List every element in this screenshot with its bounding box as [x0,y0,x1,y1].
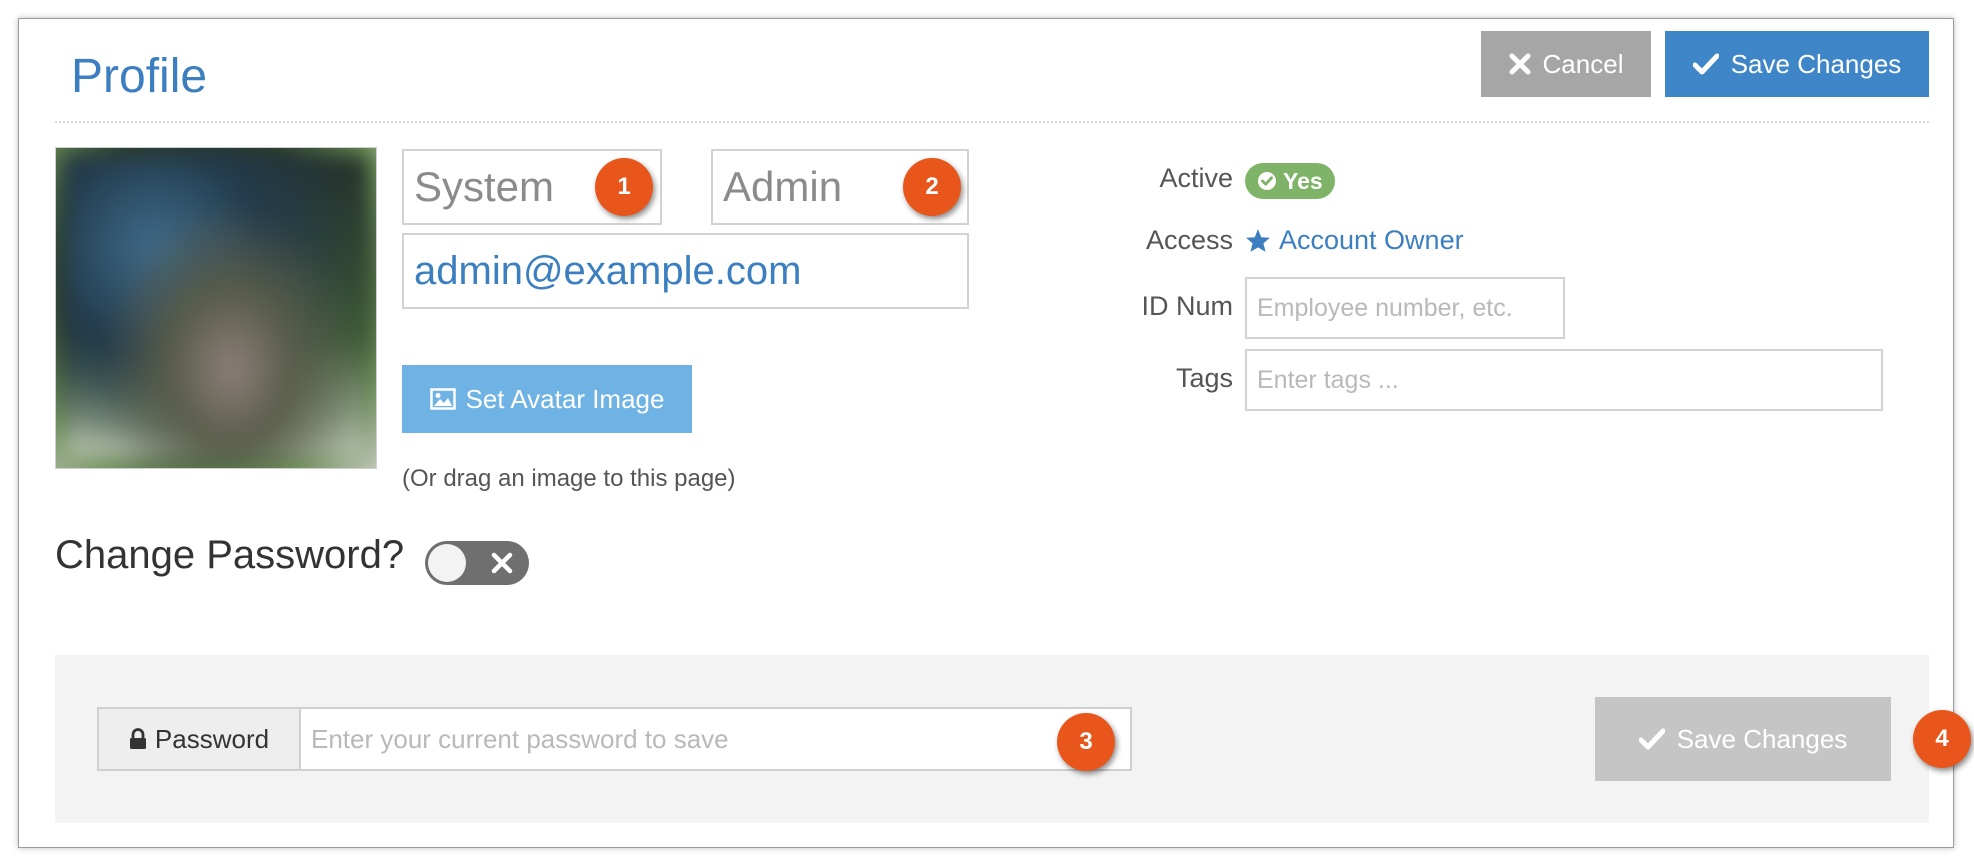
set-avatar-label: Set Avatar Image [465,383,665,414]
cancel-label: Cancel [1542,48,1624,79]
change-password-label: Change Password? [55,533,405,577]
active-label: Active [1159,163,1233,193]
step-marker-1: 1 [595,158,653,216]
access-value: Account Owner [1245,225,1464,256]
save-changes-button-bottom[interactable]: Save Changes [1595,697,1891,781]
password-addon: Password [99,709,301,769]
email-field[interactable]: admin@example.com [402,233,969,309]
step-marker-3: 3 [1057,713,1115,771]
check-icon [1638,728,1665,750]
active-value: Yes [1283,167,1323,194]
tags-input[interactable] [1245,349,1883,411]
active-status-badge: Yes [1245,163,1335,199]
idnum-input[interactable] [1245,277,1565,339]
profile-panel: Profile Cancel Save Changes System 1 Adm… [18,18,1971,848]
current-password-input[interactable] [301,709,1130,769]
access-label: Access [1145,225,1233,255]
avatar[interactable] [55,147,377,469]
cancel-button[interactable]: Cancel [1481,31,1651,97]
avatar-image [64,156,368,460]
idnum-label: ID Num [1141,291,1233,321]
tags-label: Tags [1175,363,1233,393]
image-icon [429,388,456,410]
star-icon [1246,229,1270,252]
drag-hint: (Or drag an image to this page) [402,465,736,492]
step-marker-4: 4 [1913,710,1971,768]
check-circle-icon [1258,172,1276,190]
save-changes-label: Save Changes [1730,48,1902,79]
x-icon [491,552,513,574]
step-marker-2: 2 [903,158,961,216]
header-divider [55,121,1929,123]
x-icon [1509,53,1531,75]
access-value-text: Account Owner [1279,225,1464,255]
save-changes-bottom-label: Save Changes [1676,723,1848,754]
password-input-group: Password [97,707,1132,771]
toggle-knob [428,544,466,582]
change-password-toggle[interactable] [425,541,529,585]
password-addon-label: Password [154,723,270,754]
set-avatar-button[interactable]: Set Avatar Image [402,365,692,433]
save-changes-button[interactable]: Save Changes [1665,31,1929,97]
check-icon [1692,53,1719,75]
lock-icon [129,728,146,749]
page-title: Profile [71,50,208,103]
